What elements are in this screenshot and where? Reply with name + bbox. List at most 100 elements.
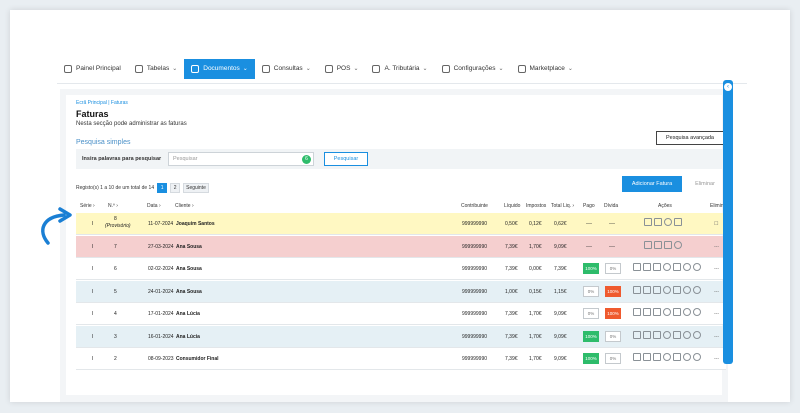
nav-item-pos[interactable]: POS ⌄	[318, 59, 366, 79]
table-row[interactable]: I 5 24-01-2024 Ana Sousa 999999990 1,00€ 0,15€…	[76, 280, 726, 303]
breadcrumb[interactable]: Ecrã Principal | Faturas	[76, 100, 128, 106]
view-icon[interactable]	[693, 285, 701, 294]
email-icon[interactable]	[643, 330, 651, 339]
cell-total: 9,09€	[554, 311, 567, 317]
email-icon[interactable]	[643, 308, 651, 316]
layers-icon[interactable]	[673, 263, 681, 271]
pdf-icon[interactable]	[633, 263, 641, 271]
cell-cliente[interactable]: Joaquim Santos	[176, 221, 215, 227]
copy-icon[interactable]	[653, 285, 661, 294]
cell-cliente[interactable]: Ana Sousa	[176, 289, 202, 295]
page-2-button[interactable]: 2	[170, 183, 181, 193]
view-icon[interactable]	[693, 353, 701, 361]
cell-cliente[interactable]: Ana Lúcia	[176, 334, 200, 340]
header-serie[interactable]: Série ›	[80, 203, 95, 209]
pdf-icon[interactable]	[644, 240, 652, 249]
table-row[interactable]: I 2 08-09-2023 Consumidor Final 999999990 7,3…	[76, 348, 726, 370]
cell-cliente[interactable]: Consumidor Final	[176, 356, 219, 362]
pdf-icon[interactable]	[633, 308, 641, 316]
copy-icon[interactable]	[653, 353, 661, 361]
header-num[interactable]: N.º ›	[108, 203, 118, 209]
layers-icon[interactable]	[673, 308, 681, 316]
row-actions	[633, 330, 703, 339]
header-data[interactable]: Data ›	[147, 203, 161, 209]
refresh-icon[interactable]	[663, 353, 671, 361]
pdf-icon[interactable]	[633, 353, 641, 361]
nav-item-scale[interactable]: A. Tributária ⌄	[365, 59, 434, 79]
search-icon[interactable]	[683, 285, 691, 294]
search-input[interactable]: Pesquisar 6	[168, 152, 314, 166]
table-row[interactable]: I 4 17-01-2024 Ana Lúcia 999999990 7,39€ 1,70€…	[76, 303, 726, 325]
page-1-button[interactable]: 1	[157, 183, 168, 193]
delete-unavailable: ---	[714, 266, 719, 272]
nav-item-marketplace[interactable]: Marketplace ⌄	[511, 59, 580, 79]
nav-item-dashboard[interactable]: Painel Principal	[57, 59, 128, 79]
cell-cliente[interactable]: Ana Sousa	[176, 244, 202, 250]
pdf-icon[interactable]	[633, 330, 641, 339]
chevron-down-icon: ⌄	[422, 66, 428, 72]
email-icon[interactable]	[643, 263, 651, 271]
delete-checkbox[interactable]: ☐	[714, 221, 718, 227]
refresh-icon[interactable]	[663, 330, 671, 339]
search-icon[interactable]	[683, 308, 691, 316]
copy-icon[interactable]	[653, 308, 661, 316]
side-scrollbar[interactable]: ‹	[723, 80, 733, 364]
cell-cliente[interactable]: Ana Lúcia	[176, 311, 200, 317]
table-row[interactable]: I 6 02-02-2024 Ana Sousa 999999990 7,39€ 0,00€…	[76, 258, 726, 280]
cell-divida: ---	[609, 243, 615, 250]
edit-icon[interactable]	[674, 218, 682, 226]
users-icon	[134, 64, 143, 73]
view-icon[interactable]	[693, 308, 701, 316]
search-button[interactable]: Pesquisar	[324, 152, 368, 166]
copy-icon[interactable]	[653, 263, 661, 271]
delete-button[interactable]: Eliminar	[690, 176, 720, 192]
add-invoice-button[interactable]: Adicionar Fatura	[622, 176, 682, 192]
cell-data: 02-02-2024	[148, 266, 174, 272]
simple-search-title: Pesquisa simples	[76, 139, 131, 146]
refresh-icon[interactable]	[663, 285, 671, 294]
table-row[interactable]: I 8 11-07-2024 Joaquim Santos 999999990 0,50€…	[76, 213, 726, 235]
copy-icon[interactable]	[653, 330, 661, 339]
pdf-icon[interactable]	[644, 218, 652, 226]
layers-icon[interactable]	[673, 353, 681, 361]
search-icon[interactable]	[664, 218, 672, 226]
document-icon	[191, 64, 200, 73]
cell-cliente[interactable]: Ana Sousa	[176, 266, 202, 272]
copy-icon[interactable]	[654, 218, 662, 226]
email-icon[interactable]	[643, 285, 651, 294]
nav-item-label: Tabelas	[146, 65, 170, 72]
view-icon[interactable]	[693, 263, 701, 271]
delete-unavailable: ---	[714, 356, 719, 362]
table-row[interactable]: I 3 16-01-2024 Ana Lúcia 999999990 7,39€ 1,70€…	[76, 325, 726, 348]
layers-icon[interactable]	[673, 285, 681, 294]
nav-item-chart[interactable]: Consultas ⌄	[255, 59, 318, 79]
search-icon[interactable]	[674, 240, 682, 249]
search-icon[interactable]	[683, 353, 691, 361]
nav-item-users[interactable]: Tabelas ⌄	[128, 59, 184, 79]
copy-icon[interactable]	[664, 240, 672, 249]
pdf-icon[interactable]	[633, 285, 641, 294]
email-icon[interactable]	[643, 353, 651, 361]
delete-unavailable: ---	[714, 311, 719, 317]
nav-item-settings[interactable]: Configurações ⌄	[435, 59, 511, 79]
search-icon[interactable]	[683, 330, 691, 339]
paid-badge: 100%	[583, 353, 599, 364]
delete-unavailable: ---	[714, 333, 719, 340]
search-icon[interactable]	[683, 263, 691, 271]
cell-total: 7,39€	[554, 266, 567, 272]
layers-icon[interactable]	[673, 330, 681, 339]
scroll-up-icon[interactable]: ‹	[724, 83, 732, 91]
email-icon[interactable]	[654, 240, 662, 249]
nav-item-document[interactable]: Documentos ⌄	[184, 58, 255, 79]
advanced-search-button[interactable]: Pesquisa avançada	[656, 131, 724, 145]
header-cliente[interactable]: Cliente ›	[175, 203, 194, 209]
refresh-icon[interactable]	[663, 263, 671, 271]
cell-impostos: 1,70€	[529, 333, 542, 340]
header-total[interactable]: Total Liq. ›	[551, 203, 574, 209]
table-row[interactable]: I 7 27-03-2024 Ana Sousa 999999990 7,39€ 1,70€…	[76, 235, 726, 258]
cell-num: 3	[114, 333, 117, 340]
next-page-button[interactable]: Seguinte	[183, 183, 209, 193]
cell-impostos: 0,15€	[529, 288, 542, 295]
view-icon[interactable]	[693, 330, 701, 339]
refresh-icon[interactable]	[663, 308, 671, 316]
